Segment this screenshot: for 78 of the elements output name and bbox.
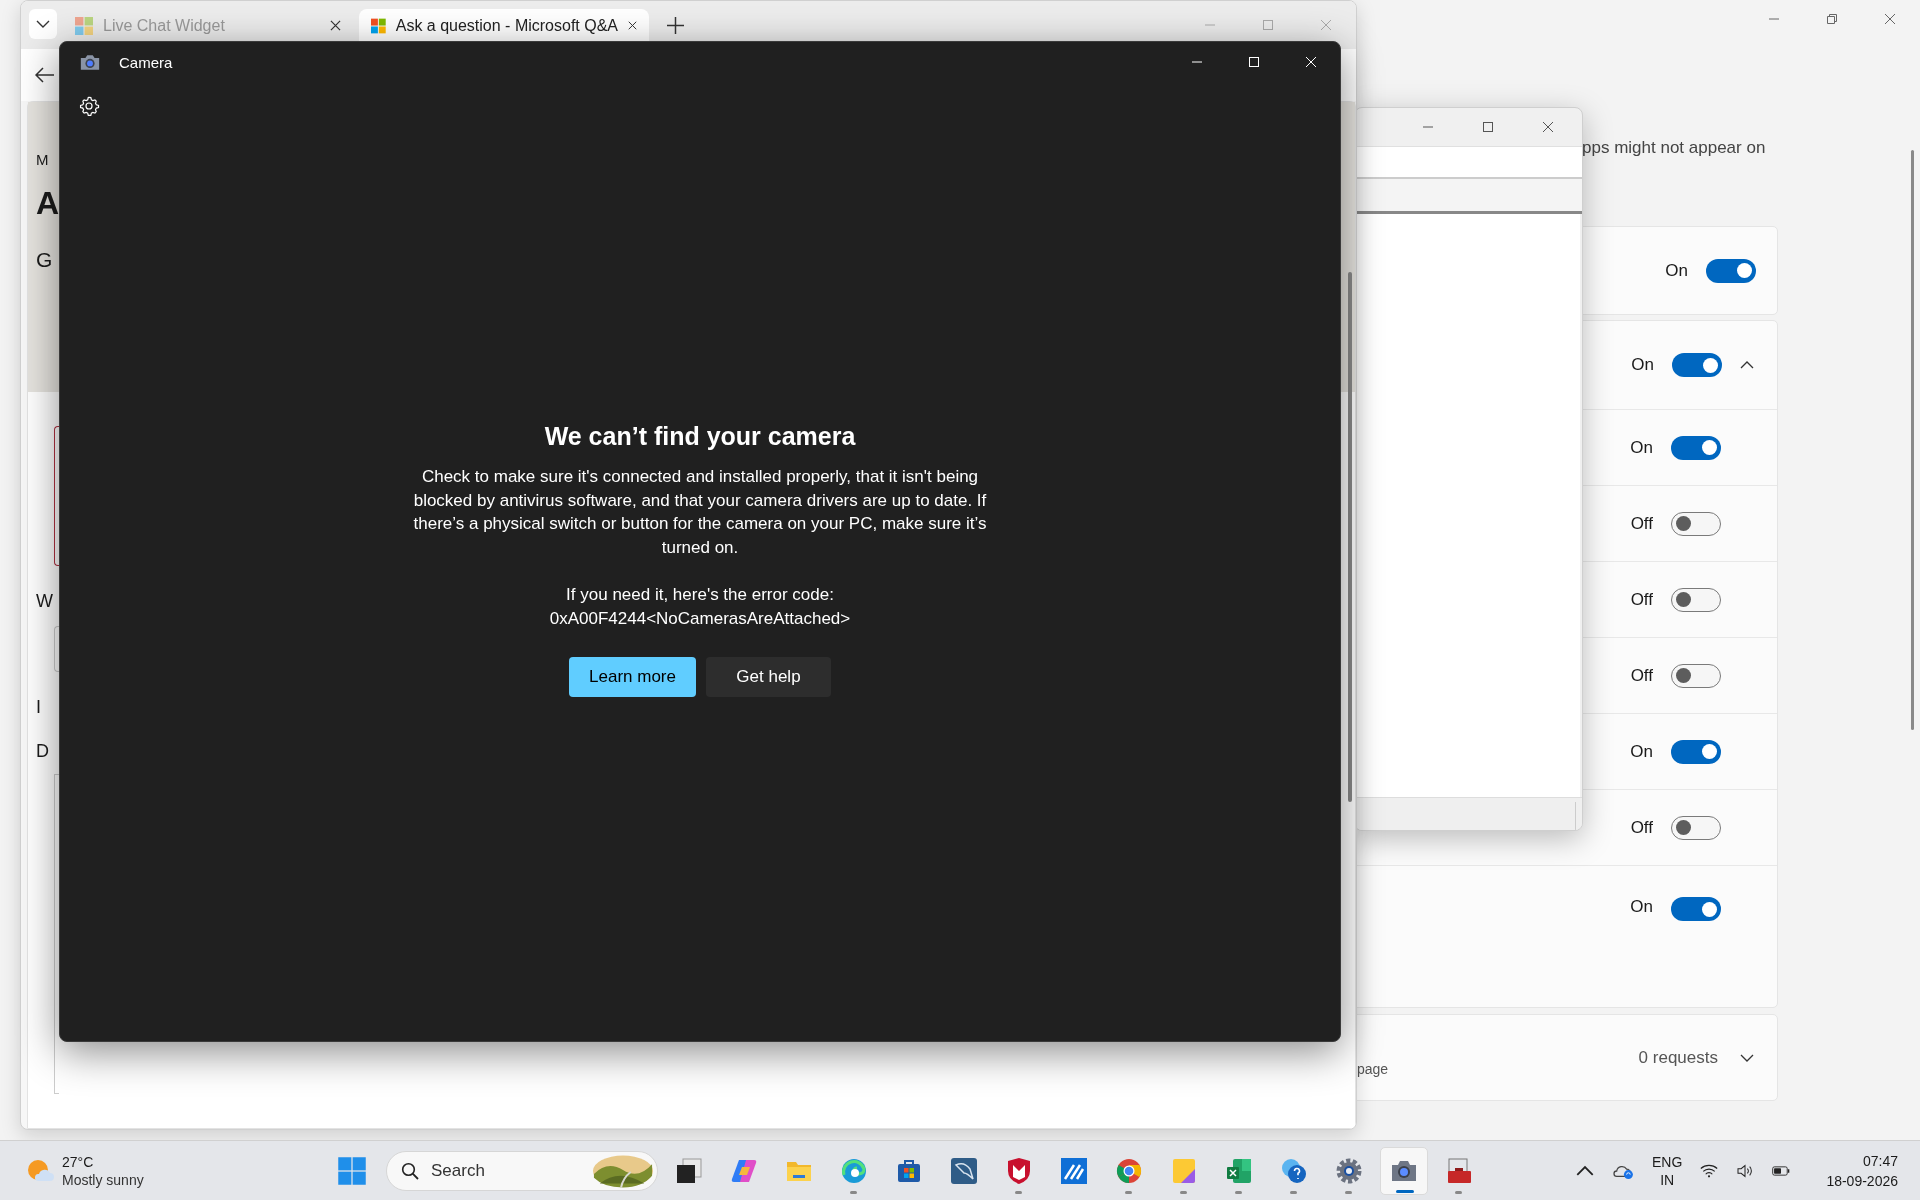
tab-list-button[interactable] bbox=[29, 9, 57, 39]
toggle-switch[interactable] bbox=[1671, 511, 1721, 536]
chevron-down-icon bbox=[36, 20, 50, 28]
toggle-label: On bbox=[1665, 260, 1688, 281]
start-icon[interactable] bbox=[337, 1155, 367, 1186]
page-text: D bbox=[36, 742, 49, 760]
toggle-switch[interactable] bbox=[1672, 353, 1722, 377]
toggle-label: Off bbox=[1630, 589, 1653, 610]
toggle-switch[interactable] bbox=[1671, 663, 1721, 688]
toggle-switch[interactable] bbox=[1671, 897, 1721, 921]
battery-icon[interactable] bbox=[1772, 1163, 1791, 1178]
page-text: M bbox=[36, 152, 49, 167]
toggle-label: On bbox=[1630, 897, 1653, 917]
close-icon[interactable] bbox=[628, 20, 637, 31]
caption-text: page bbox=[1356, 1060, 1389, 1077]
description-text: pps might not appear on bbox=[1582, 138, 1766, 157]
gear-icon bbox=[1335, 1156, 1363, 1185]
error-message: Check to make sure it's connected and installed properly, that it isn't being blocked by antivirus software, and that your camera drivers are up to date. If there’s a physical switch or button for the camera on your PC, make sure it’s turned on. bbox=[412, 466, 988, 559]
windows-logo-icon bbox=[371, 16, 386, 35]
dolphin-icon bbox=[950, 1156, 978, 1185]
toggle-label: On bbox=[1631, 355, 1654, 375]
sticky-note-icon bbox=[1170, 1156, 1198, 1185]
get-help-button[interactable]: Get help bbox=[705, 657, 831, 697]
help-chat-icon bbox=[1280, 1156, 1308, 1185]
toggle-label: Off bbox=[1630, 513, 1653, 534]
clock[interactable]: 07:47 18-09-2026 bbox=[1826, 1150, 1898, 1191]
chevron-up-icon[interactable] bbox=[1576, 1163, 1595, 1178]
toggle-switch[interactable] bbox=[1671, 587, 1721, 612]
temperature-text: 27°C bbox=[62, 1152, 95, 1171]
landscape-icon bbox=[592, 1153, 654, 1188]
toggle-switch[interactable] bbox=[1706, 258, 1756, 283]
toggle-switch[interactable] bbox=[1671, 739, 1721, 764]
chevron-up-icon[interactable] bbox=[1740, 361, 1754, 369]
plus-icon[interactable] bbox=[667, 16, 684, 34]
error-heading: We can’t find your camera bbox=[544, 422, 856, 451]
page-text: A bbox=[36, 187, 60, 219]
toggle-label: Off bbox=[1630, 817, 1653, 838]
windows-logo-icon bbox=[75, 16, 93, 35]
browser-tab[interactable]: Ask a question - Microsoft Q&A bbox=[359, 9, 649, 42]
spreadsheet-icon bbox=[1225, 1156, 1253, 1185]
back-arrow-icon[interactable] bbox=[35, 67, 55, 83]
tab-title: Live Chat Widget bbox=[103, 16, 226, 35]
task-view-icon bbox=[675, 1156, 703, 1185]
camera-icon bbox=[79, 52, 101, 72]
learn-more-button[interactable]: Learn more bbox=[569, 657, 696, 697]
window-title: Camera bbox=[119, 53, 173, 71]
wifi-icon[interactable] bbox=[1700, 1163, 1719, 1178]
requests-count: 0 requests bbox=[1638, 1047, 1718, 1068]
chevron-down-icon[interactable] bbox=[1740, 1053, 1754, 1062]
toggle-label: Off bbox=[1630, 665, 1653, 686]
page-text: G bbox=[36, 249, 53, 270]
tab-title: Ask a question - Microsoft Q&A bbox=[395, 16, 618, 35]
shield-icon bbox=[1005, 1156, 1033, 1185]
tile-icon bbox=[1060, 1156, 1088, 1185]
error-code: 0xA00F4244<NoCamerasAreAttached> bbox=[549, 608, 851, 630]
restore-icon[interactable] bbox=[1826, 13, 1838, 25]
volume-icon[interactable] bbox=[1736, 1163, 1755, 1178]
browser-logo-icon bbox=[840, 1156, 868, 1185]
taskbar-app-button[interactable] bbox=[1380, 1146, 1428, 1195]
close-icon[interactable] bbox=[330, 20, 341, 31]
chrome-logo-icon bbox=[1115, 1156, 1143, 1185]
search-icon bbox=[401, 1161, 419, 1180]
scrollbar[interactable] bbox=[1911, 150, 1914, 730]
toggle-switch[interactable] bbox=[1671, 815, 1721, 840]
close-icon[interactable] bbox=[1542, 121, 1554, 133]
page-text: I bbox=[36, 698, 41, 716]
search-placeholder: Search bbox=[431, 1160, 485, 1181]
settings-icon[interactable] bbox=[78, 95, 100, 117]
page-text: W bbox=[36, 592, 53, 610]
maximize-icon[interactable] bbox=[1482, 121, 1494, 133]
search-field[interactable]: Search bbox=[386, 1150, 658, 1191]
toggle-label: On bbox=[1630, 741, 1653, 762]
error-code-intro: If you need it, here's the error code: bbox=[566, 584, 834, 606]
toggle-switch[interactable] bbox=[1671, 435, 1721, 460]
language-indicator[interactable]: ENG IN bbox=[1652, 1152, 1683, 1189]
weather-text: Mostly sunny bbox=[62, 1170, 144, 1189]
toggle-label: On bbox=[1630, 437, 1653, 458]
toolbox-icon bbox=[1445, 1156, 1473, 1185]
